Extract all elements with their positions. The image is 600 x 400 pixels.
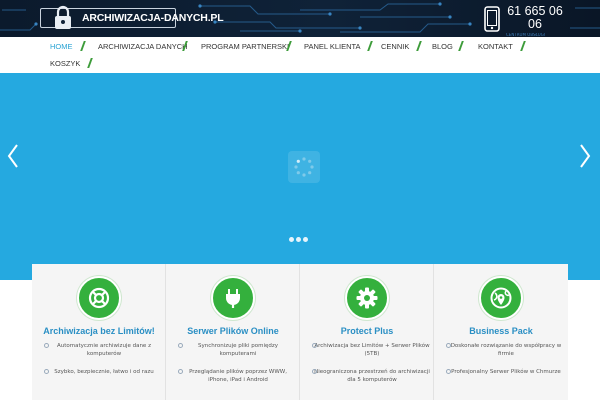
nav-item-home[interactable]: Home xyxy=(50,42,73,51)
feature-boxes: Archiwizacja bez Limitów! Automatycznie … xyxy=(32,264,568,400)
nav-separator xyxy=(458,41,464,51)
lifebuoy-icon xyxy=(88,287,110,309)
phone-number-line2: 06 xyxy=(528,17,542,31)
nav-separator xyxy=(416,41,422,51)
mobile-phone-icon xyxy=(484,6,500,32)
bullet-icon xyxy=(44,343,49,348)
feature-list-item: Profesjonalny Serwer Plików w Chmurze xyxy=(440,368,564,376)
feature-protect-plus[interactable]: Protect Plus Archiwizacja bez Limitów + … xyxy=(300,264,434,400)
feature-list-item-text: Archiwizacja bez Limitów + Serwer Plików… xyxy=(314,343,430,357)
nav-item-koszyk[interactable]: Koszyk xyxy=(50,59,80,68)
nav-item-blog[interactable]: Blog xyxy=(432,42,453,51)
loading-spinner xyxy=(288,151,320,183)
logo-text: ARCHIWIZACJA-DANYCH.PL xyxy=(82,12,224,24)
slider-pagination xyxy=(289,237,308,242)
slider-next-arrow-icon[interactable] xyxy=(578,143,592,169)
feature-list-item: Archiwizacja bez Limitów + Serwer Plików… xyxy=(306,342,430,358)
bullet-icon xyxy=(44,369,49,374)
feature-list-item: Nieograniczona przestrzeń do archiwizacj… xyxy=(306,368,430,384)
bullet-icon xyxy=(446,343,451,348)
nav-separator xyxy=(367,41,373,51)
slider-dot[interactable] xyxy=(303,237,308,242)
slider-prev-arrow-icon[interactable] xyxy=(6,143,20,169)
site-header: ARCHIWIZACJA-DANYCH.PL 61 665 06 06 CENT… xyxy=(0,0,600,37)
nav-separator xyxy=(87,58,93,68)
feature-title: Business Pack xyxy=(469,326,533,336)
feature-business-pack[interactable]: Business Pack Doskonałe rozwiązanie do w… xyxy=(434,264,568,400)
feature-icon-circle xyxy=(211,276,255,320)
feature-list-item: Szybko, bezpiecznie, łatwo i od razu xyxy=(38,368,162,376)
nav-item-program-partnerski[interactable]: Program Partnerski xyxy=(201,42,289,51)
bullet-icon xyxy=(446,369,451,374)
nav-item-panel-klienta[interactable]: Panel Klienta xyxy=(304,42,361,51)
feature-title: Protect Plus xyxy=(340,326,394,336)
feature-list-item-text: Doskonałe rozwiązanie do współpracy w fi… xyxy=(450,343,562,357)
feature-list-item-text: Profesjonalny Serwer Plików w Chmurze xyxy=(451,369,561,375)
hero-slider xyxy=(0,73,600,280)
nav-item-kontakt[interactable]: Kontakt xyxy=(478,42,513,51)
slider-dot[interactable] xyxy=(296,237,301,242)
nav-item-archiwizacja-danych[interactable]: Archiwizacja Danych xyxy=(98,42,188,51)
feature-serwer-plikow[interactable]: Serwer Plików Online Synchronizuje pliki… xyxy=(166,264,300,400)
bullet-icon xyxy=(178,369,183,374)
feature-list-item: Doskonałe rozwiązanie do współpracy w fi… xyxy=(440,342,564,358)
feature-list-item: Automatycznie archiwizuje dane z kompute… xyxy=(38,342,162,358)
plug-icon xyxy=(226,289,240,308)
padlock-icon xyxy=(55,5,71,29)
gear-icon xyxy=(356,287,378,309)
feature-icon-circle xyxy=(345,276,389,320)
loading-spinner-icon xyxy=(294,157,314,177)
nav-separator xyxy=(80,41,86,51)
main-navigation: Home Archiwizacja Danych Program Partner… xyxy=(0,37,600,73)
phone-subtitle: CENTRUM OBSŁUGI xyxy=(506,33,546,36)
bullet-icon xyxy=(312,343,317,348)
feature-title: Serwer Plików Online xyxy=(187,326,279,336)
feature-list-item: Przeglądanie plików poprzez WWW, iPhone,… xyxy=(172,368,296,384)
phone-number[interactable]: 61 665 06 06 xyxy=(505,5,565,31)
feature-archiwizacja[interactable]: Archiwizacja bez Limitów! Automatycznie … xyxy=(32,264,166,400)
feature-list-item: Synchronizuje pliki pomiędzy komputerami xyxy=(172,342,296,358)
feature-title: Archiwizacja bez Limitów! xyxy=(43,326,155,336)
site-logo[interactable]: ARCHIWIZACJA-DANYCH.PL xyxy=(40,5,224,31)
globe-pin-icon xyxy=(490,287,512,309)
feature-list-item-text: Synchronizuje pliki pomiędzy komputerami xyxy=(197,343,279,357)
bullet-icon xyxy=(178,343,183,348)
slider-dot[interactable] xyxy=(289,237,294,242)
feature-icon-circle xyxy=(479,276,523,320)
feature-list-item-text: Szybko, bezpiecznie, łatwo i od razu xyxy=(54,369,154,375)
feature-list-item-text: Nieograniczona przestrzeń do archiwizacj… xyxy=(314,369,430,383)
feature-list-item-text: Przeglądanie plików poprzez WWW, iPhone,… xyxy=(189,369,287,383)
nav-separator xyxy=(520,41,526,51)
feature-icon-circle xyxy=(77,276,121,320)
feature-list-item-text: Automatycznie archiwizuje dane z kompute… xyxy=(57,343,151,357)
bullet-icon xyxy=(312,369,317,374)
nav-item-cennik[interactable]: Cennik xyxy=(381,42,409,51)
